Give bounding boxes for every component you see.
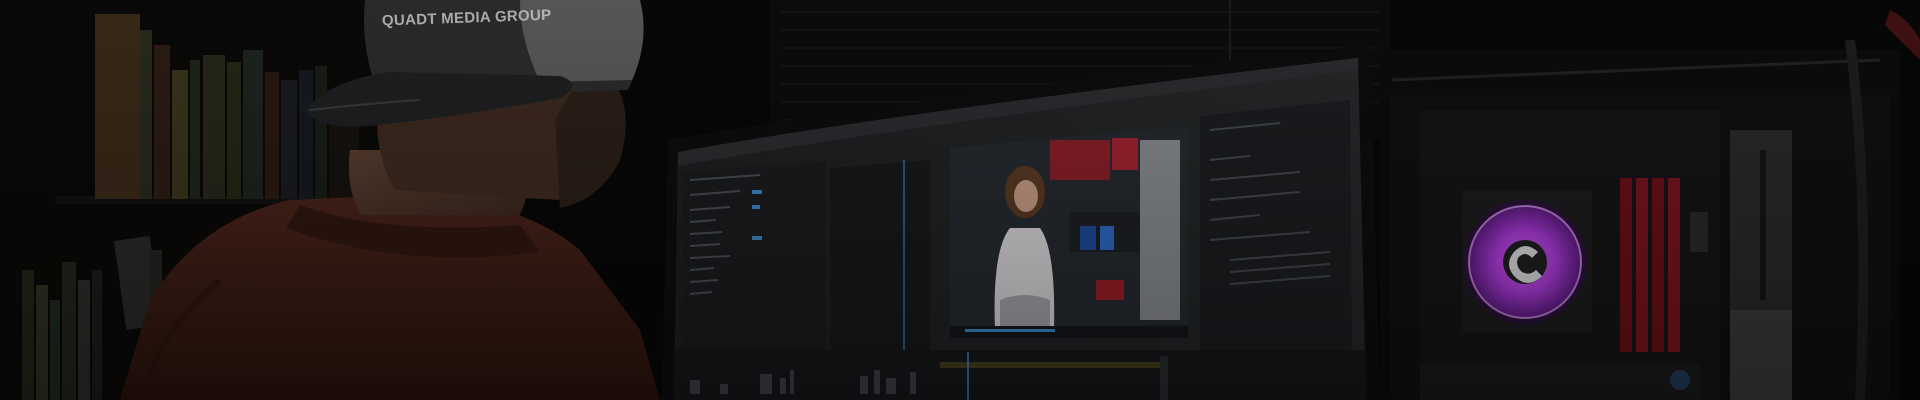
photo-illustration xyxy=(0,0,1920,400)
background-photo: QUADT MEDIA GROUP xyxy=(0,0,1920,400)
